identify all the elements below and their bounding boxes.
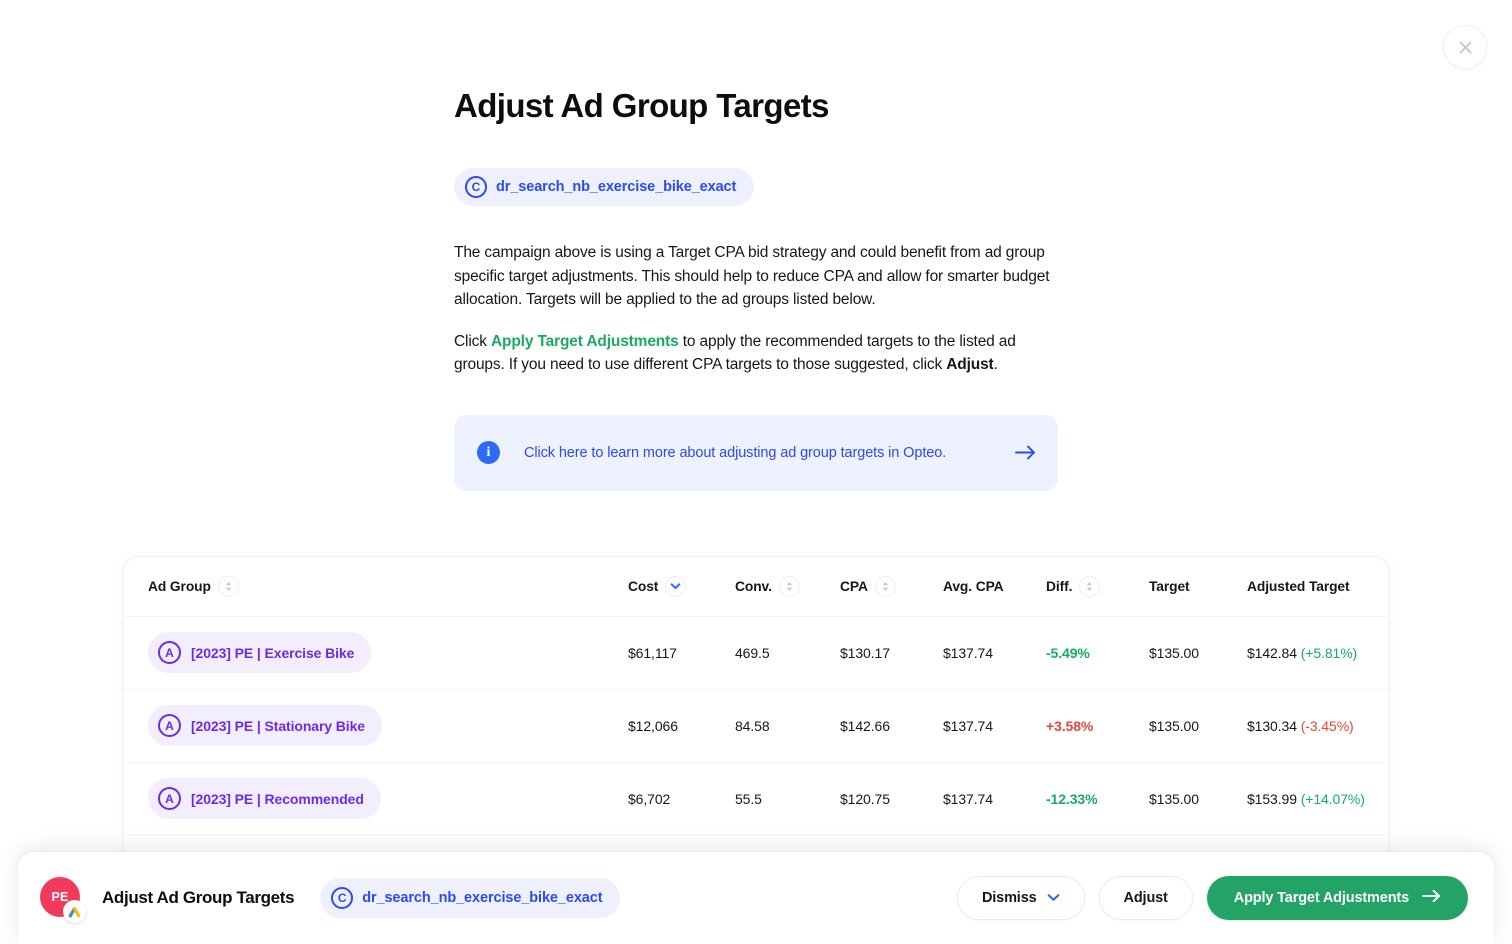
cell-cost: $61,117 [628, 644, 677, 661]
page-title: Adjust Ad Group Targets [454, 87, 829, 124]
column-label: Adjusted Target [1247, 578, 1350, 594]
dismiss-label: Dismiss [981, 890, 1037, 906]
adjust-button[interactable]: Adjust [1098, 876, 1193, 920]
ad-group-name: [2023] PE | Exercise Bike [191, 644, 355, 661]
cell-cpa: $120.75 [840, 790, 890, 807]
cell-target: $135.00 [1149, 644, 1199, 661]
campaign-name: dr_search_nb_exercise_bike_exact [362, 890, 603, 906]
adjusted-target-value: $130.34 [1247, 717, 1297, 734]
arrow-right-icon [1422, 889, 1441, 907]
action-bar-campaign-chip[interactable]: C dr_search_nb_exercise_bike_exact [320, 878, 621, 918]
cell-diff: +3.58% [1046, 717, 1094, 734]
sort-cost-button[interactable] [665, 575, 687, 597]
cell-adjusted-target: $142.84 (+5.81%) [1247, 645, 1388, 661]
campaign-name: dr_search_nb_exercise_bike_exact [496, 179, 737, 195]
apply-label: Apply Target Adjustments [1233, 890, 1409, 906]
column-label: Ad Group [148, 578, 211, 594]
column-label: Conv. [735, 578, 772, 594]
avatar[interactable]: PE [40, 877, 86, 923]
adjusted-target-delta: (+14.07%) [1300, 790, 1365, 807]
adjusted-target-value: $153.99 [1247, 790, 1297, 807]
cell-cost: $12,066 [628, 717, 678, 734]
cell-diff: -12.33% [1046, 790, 1098, 807]
adjusted-target-value: $142.84 [1247, 644, 1297, 661]
arrow-right-icon [1015, 445, 1036, 460]
modal-scroll-area[interactable]: Adjust Ad Group Targets C dr_search_nb_e… [0, 0, 1512, 944]
cell-conv: 84.58 [735, 717, 770, 734]
column-header-cost[interactable]: Cost [628, 575, 735, 597]
column-label: Diff. [1046, 578, 1073, 594]
adjust-emphasis: Adjust [946, 356, 994, 373]
instructions-text-1: Click [454, 332, 491, 350]
column-label: Target [1149, 578, 1190, 594]
learn-more-label: Click here to learn more about adjusting… [524, 444, 947, 461]
ad-group-name: [2023] PE | Stationary Bike [191, 717, 365, 734]
table-header-row: Ad Group Cost Conv. CPA Avg. CPA Diff. T… [124, 557, 1388, 617]
column-header-ad-group[interactable]: Ad Group [148, 575, 628, 597]
action-bar: PE Adjust Ad Group Targets C dr_search_n… [18, 852, 1494, 944]
chevron-down-icon [1047, 890, 1060, 906]
sort-diff-button[interactable] [1079, 575, 1101, 597]
campaign-icon: C [331, 887, 354, 909]
ad-group-icon: A [158, 787, 181, 810]
table-row[interactable]: A [2023] PE | Exercise Bike $61,117 469.… [124, 617, 1388, 690]
dismiss-button[interactable]: Dismiss [956, 876, 1085, 920]
cell-diff: -5.49% [1046, 644, 1090, 661]
adjust-label: Adjust [1123, 890, 1168, 906]
cell-adjusted-target: $130.34 (-3.45%) [1247, 718, 1388, 734]
cell-avg-cpa: $137.74 [943, 717, 993, 734]
learn-more-banner[interactable]: i Click here to learn more about adjusti… [454, 414, 1058, 491]
column-label: Avg. CPA [943, 578, 1004, 594]
info-icon: i [477, 441, 500, 464]
cell-conv: 55.5 [735, 790, 762, 807]
description-paragraph: The campaign above is using a Target CPA… [454, 244, 1050, 308]
cell-conv: 469.5 [735, 644, 770, 661]
campaign-chip[interactable]: C dr_search_nb_exercise_bike_exact [454, 168, 755, 206]
adjusted-target-delta: (+5.81%) [1300, 644, 1358, 661]
cell-target: $135.00 [1149, 790, 1199, 807]
ad-group-pill[interactable]: A [2023] PE | Recommended [148, 778, 381, 819]
column-header-target: Target [1149, 579, 1247, 594]
close-icon [1457, 39, 1474, 56]
sort-cpa-button[interactable] [874, 575, 896, 597]
ad-group-icon: A [158, 641, 181, 664]
cell-cpa: $130.17 [840, 644, 890, 661]
cell-cost: $6,702 [628, 790, 671, 807]
table-row[interactable]: A [2023] PE | Recommended $6,702 55.5 $1… [124, 763, 1388, 836]
ad-group-pill[interactable]: A [2023] PE | Stationary Bike [148, 705, 382, 746]
column-header-avg-cpa: Avg. CPA [943, 579, 1046, 594]
ad-group-name: [2023] PE | Recommended [191, 790, 364, 807]
instructions-text-3: . [993, 356, 998, 373]
action-bar-title: Adjust Ad Group Targets [102, 888, 295, 907]
cell-avg-cpa: $137.74 [943, 644, 993, 661]
column-label: Cost [628, 578, 659, 594]
column-header-cpa[interactable]: CPA [840, 575, 943, 597]
table-row[interactable]: A [2023] PE | Stationary Bike $12,066 84… [124, 690, 1388, 763]
google-ads-icon [63, 900, 86, 923]
cell-target: $135.00 [1149, 717, 1199, 734]
cell-cpa: $142.66 [840, 717, 890, 734]
sort-conv-button[interactable] [778, 575, 800, 597]
cell-adjusted-target: $153.99 (+14.07%) [1247, 791, 1388, 807]
adjusted-target-delta: (-3.45%) [1300, 717, 1354, 734]
close-modal-button[interactable] [1443, 25, 1487, 69]
column-label: CPA [840, 578, 868, 594]
sort-ad-group-button[interactable] [217, 575, 239, 597]
column-header-diff[interactable]: Diff. [1046, 575, 1149, 597]
apply-target-adjustments-emphasis: Apply Target Adjustments [491, 332, 679, 350]
ad-group-icon: A [158, 714, 181, 737]
column-header-conv[interactable]: Conv. [735, 575, 840, 597]
column-header-adjusted-target: Adjusted Target [1247, 579, 1388, 594]
cell-avg-cpa: $137.74 [943, 790, 993, 807]
instructions-paragraph: Click Apply Target Adjustments to apply … [454, 330, 1058, 377]
apply-target-adjustments-button[interactable]: Apply Target Adjustments [1206, 876, 1468, 920]
campaign-icon: C [465, 176, 487, 198]
ad-group-pill[interactable]: A [2023] PE | Exercise Bike [148, 632, 372, 673]
